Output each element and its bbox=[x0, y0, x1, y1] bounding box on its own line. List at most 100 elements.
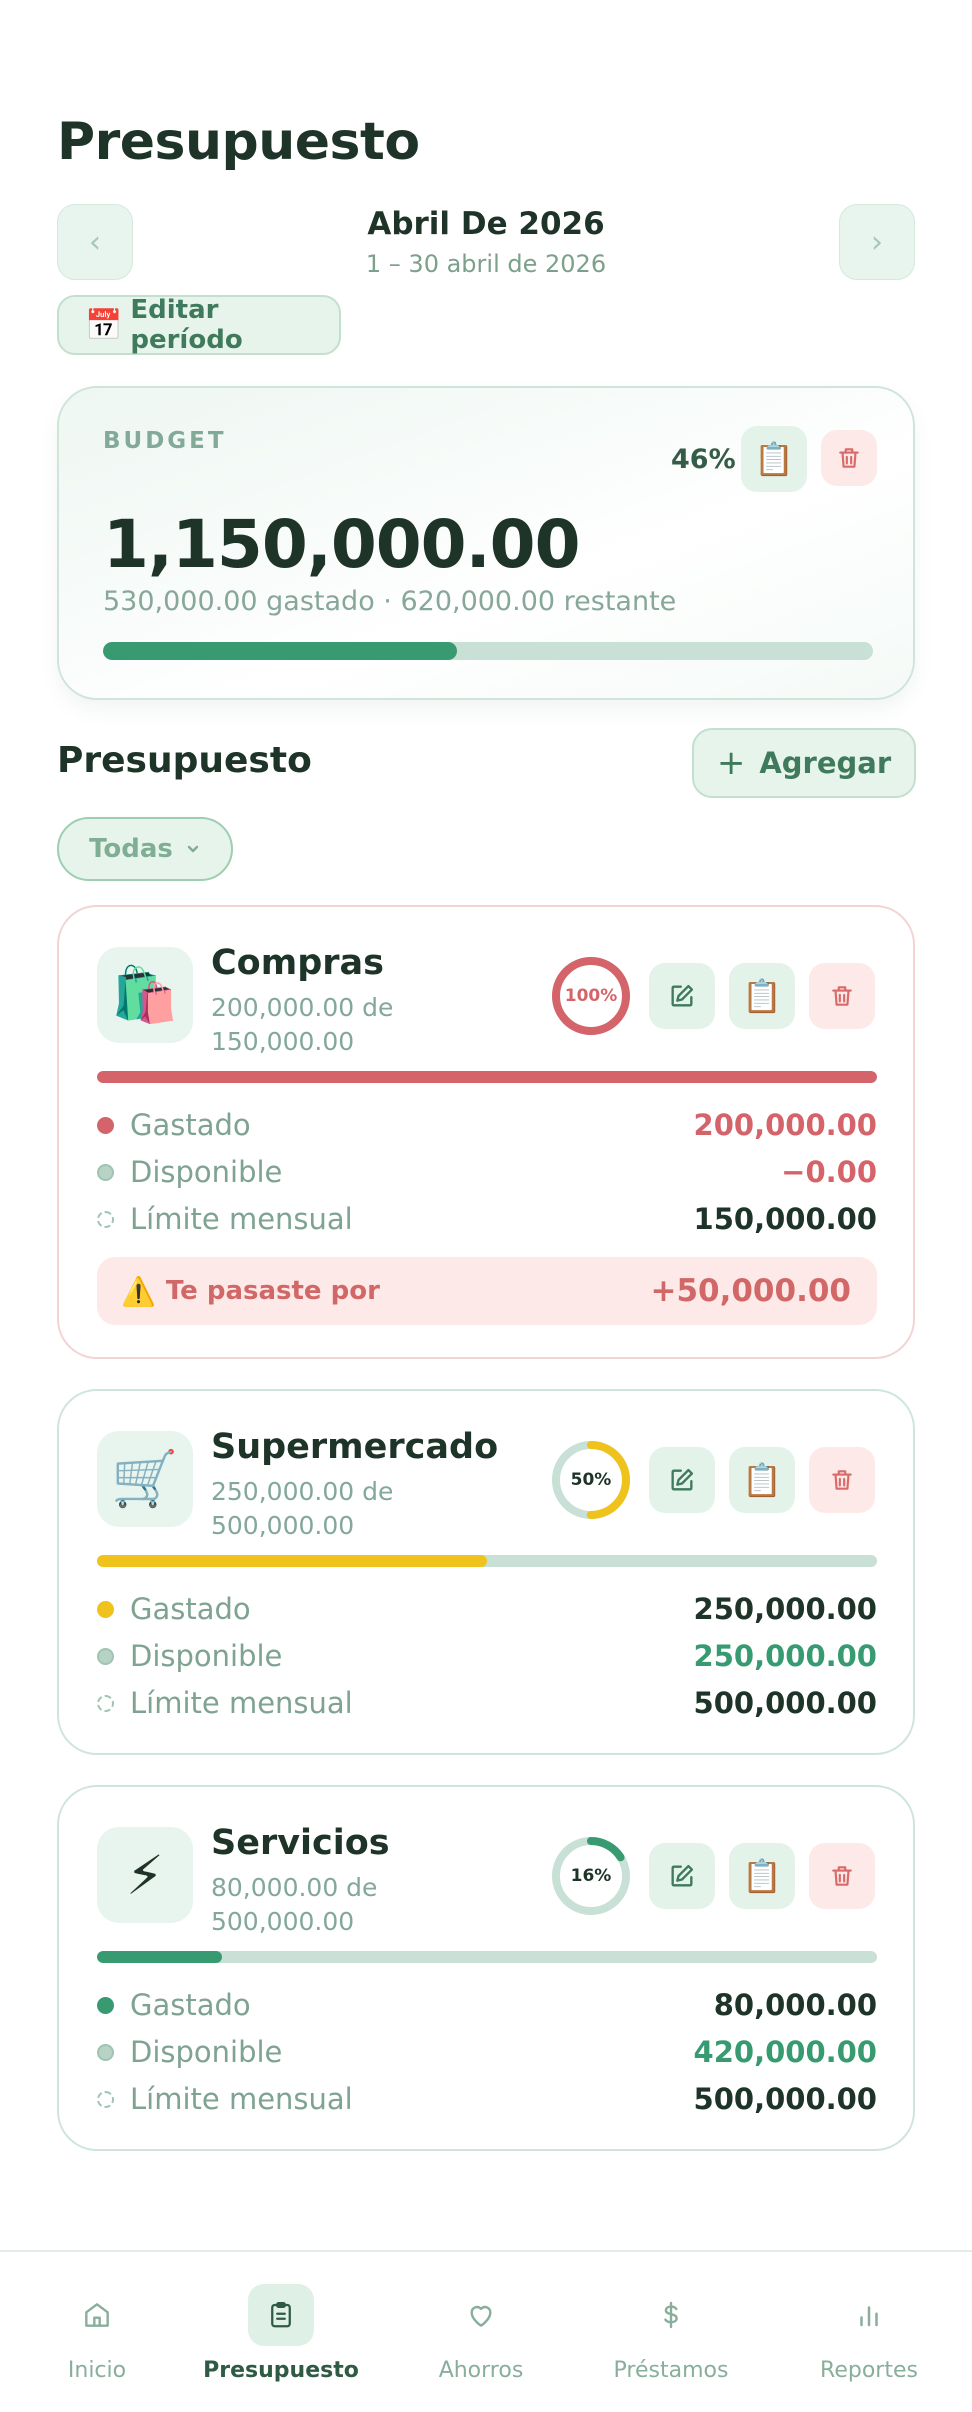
available-row: Disponible 420,000.00 bbox=[97, 2032, 877, 2072]
category-progress-fill bbox=[97, 1071, 877, 1083]
spent-label: Gastado bbox=[130, 1988, 251, 2022]
budget-progress-bar bbox=[103, 642, 873, 660]
tab-label: Inicio bbox=[67, 2358, 127, 2383]
available-value: 420,000.00 bbox=[693, 2035, 877, 2069]
delete-category-button[interactable] bbox=[809, 1843, 875, 1909]
chevron-right-icon: › bbox=[871, 224, 883, 260]
section-title: Presupuesto bbox=[57, 740, 312, 781]
category-progress-bar bbox=[97, 1951, 877, 1963]
delete-category-button[interactable] bbox=[809, 1447, 875, 1513]
limit-label: Límite mensual bbox=[130, 1202, 353, 1236]
limit-dot bbox=[97, 1210, 114, 1228]
warning-icon: ⚠️ bbox=[121, 1274, 156, 1308]
tab-label: Presupuesto bbox=[203, 2358, 359, 2383]
edit-period-button[interactable]: 📅 Editar período bbox=[57, 295, 341, 355]
trash-icon bbox=[832, 1470, 852, 1490]
available-label: Disponible bbox=[130, 2035, 283, 2069]
tab-label: Préstamos bbox=[613, 2358, 729, 2383]
category-card-supermercado[interactable]: 🛒 Supermercado 250,000.00 de 500,000.00 … bbox=[57, 1389, 915, 1755]
copy-budget-button[interactable]: 📋 bbox=[741, 426, 807, 492]
limit-dot bbox=[97, 1694, 114, 1712]
tab-presupuesto[interactable]: Presupuesto bbox=[184, 2252, 378, 2412]
spent-value: 80,000.00 bbox=[713, 1988, 877, 2022]
budget-progress-fill bbox=[103, 642, 458, 660]
over-budget-label: Te pasaste por bbox=[165, 1276, 380, 1306]
progress-ring-label: 50% bbox=[570, 1470, 612, 1490]
over-budget-value: +50,000.00 bbox=[650, 1273, 851, 1309]
category-progress-bar bbox=[97, 1071, 877, 1083]
tab-reportes[interactable]: Reportes bbox=[772, 2252, 966, 2412]
spent-value: 250,000.00 bbox=[693, 1592, 877, 1626]
chevron-down-icon bbox=[187, 845, 199, 853]
edit-category-button[interactable] bbox=[649, 1447, 715, 1513]
progress-ring-label: 16% bbox=[570, 1866, 612, 1886]
available-dot bbox=[97, 1163, 114, 1181]
edit-period-label: Editar período bbox=[130, 295, 243, 355]
bottom-navigation: Inicio Presupuesto Ahorros Préstamos Rep… bbox=[0, 2250, 972, 2412]
tab-inicio[interactable]: Inicio bbox=[0, 2252, 194, 2412]
category-filter-dropdown[interactable]: Todas bbox=[57, 817, 233, 881]
category-amount-summary: 200,000.00 de 150,000.00 bbox=[211, 993, 394, 1056]
spent-dot bbox=[97, 1996, 114, 2014]
category-card-servicios[interactable]: ⚡ Servicios 80,000.00 de 500,000.00 16% … bbox=[57, 1785, 915, 2151]
budget-summary-card: BUDGET 46% 📋 1,150,000.00 530,000.00 gas… bbox=[57, 386, 915, 700]
copy-category-button[interactable]: 📋 bbox=[729, 1843, 795, 1909]
heart-icon bbox=[448, 2284, 514, 2346]
spent-row: Gastado 80,000.00 bbox=[97, 1985, 877, 2025]
limit-label: Límite mensual bbox=[130, 2082, 353, 2116]
edit-icon bbox=[671, 1468, 694, 1491]
limit-row: Límite mensual 150,000.00 bbox=[97, 1199, 877, 1239]
spent-dot bbox=[97, 1116, 114, 1134]
clipboard-icon bbox=[248, 2284, 314, 2346]
available-label: Disponible bbox=[130, 1155, 283, 1189]
clipboard-icon: 📋 bbox=[742, 1461, 782, 1499]
category-name: Servicios bbox=[211, 1823, 390, 1863]
delete-budget-button[interactable] bbox=[821, 430, 877, 486]
trash-icon bbox=[839, 448, 859, 468]
limit-row: Límite mensual 500,000.00 bbox=[97, 2079, 877, 2119]
available-value: 250,000.00 bbox=[693, 1639, 877, 1673]
delete-category-button[interactable] bbox=[809, 963, 875, 1029]
edit-category-button[interactable] bbox=[649, 1843, 715, 1909]
budget-summary-text: 530,000.00 gastado · 620,000.00 restante bbox=[103, 586, 677, 617]
trash-icon bbox=[832, 986, 852, 1006]
available-label: Disponible bbox=[130, 1639, 283, 1673]
next-period-button[interactable]: › bbox=[839, 204, 915, 280]
category-amount-summary: 250,000.00 de 500,000.00 bbox=[211, 1477, 394, 1540]
plus-icon: + bbox=[716, 743, 746, 783]
limit-value: 150,000.00 bbox=[693, 1202, 877, 1236]
add-category-button[interactable]: + Agregar bbox=[692, 728, 916, 798]
clipboard-icon: 📋 bbox=[742, 977, 782, 1015]
category-card-compras[interactable]: 🛍️ Compras 200,000.00 de 150,000.00 100%… bbox=[57, 905, 915, 1359]
tab-prestamos[interactable]: Préstamos bbox=[574, 2252, 768, 2412]
spent-label: Gastado bbox=[130, 1108, 251, 1142]
filter-label: Todas bbox=[89, 834, 173, 864]
category-progress-fill bbox=[97, 1555, 487, 1567]
over-budget-alert: ⚠️ Te pasaste por +50,000.00 bbox=[97, 1257, 877, 1325]
limit-value: 500,000.00 bbox=[693, 2082, 877, 2116]
progress-ring-label: 100% bbox=[564, 986, 618, 1006]
budget-amount: 1,150,000.00 bbox=[103, 506, 581, 583]
page-title: Presupuesto bbox=[57, 112, 420, 172]
add-label: Agregar bbox=[759, 746, 892, 780]
dollar-icon bbox=[638, 2284, 704, 2346]
category-name: Compras bbox=[211, 943, 384, 983]
spent-label: Gastado bbox=[130, 1592, 251, 1626]
budget-percent: 46% bbox=[671, 444, 736, 475]
category-name: Supermercado bbox=[211, 1427, 499, 1467]
shopping-cart-icon: 🛒 bbox=[97, 1431, 193, 1527]
limit-label: Límite mensual bbox=[130, 1686, 353, 1720]
limit-dot bbox=[97, 2090, 114, 2108]
category-progress-bar bbox=[97, 1555, 877, 1567]
copy-category-button[interactable]: 📋 bbox=[729, 963, 795, 1029]
limit-value: 500,000.00 bbox=[693, 1686, 877, 1720]
available-dot bbox=[97, 2043, 114, 2061]
edit-category-button[interactable] bbox=[649, 963, 715, 1029]
lightning-icon: ⚡ bbox=[97, 1827, 193, 1923]
period-range: 1 – 30 abril de 2026 bbox=[365, 250, 607, 278]
copy-category-button[interactable]: 📋 bbox=[729, 1447, 795, 1513]
tab-ahorros[interactable]: Ahorros bbox=[384, 2252, 578, 2412]
spent-row: Gastado 200,000.00 bbox=[97, 1105, 877, 1145]
tab-label: Ahorros bbox=[438, 2358, 524, 2383]
available-row: Disponible −0.00 bbox=[97, 1152, 877, 1192]
